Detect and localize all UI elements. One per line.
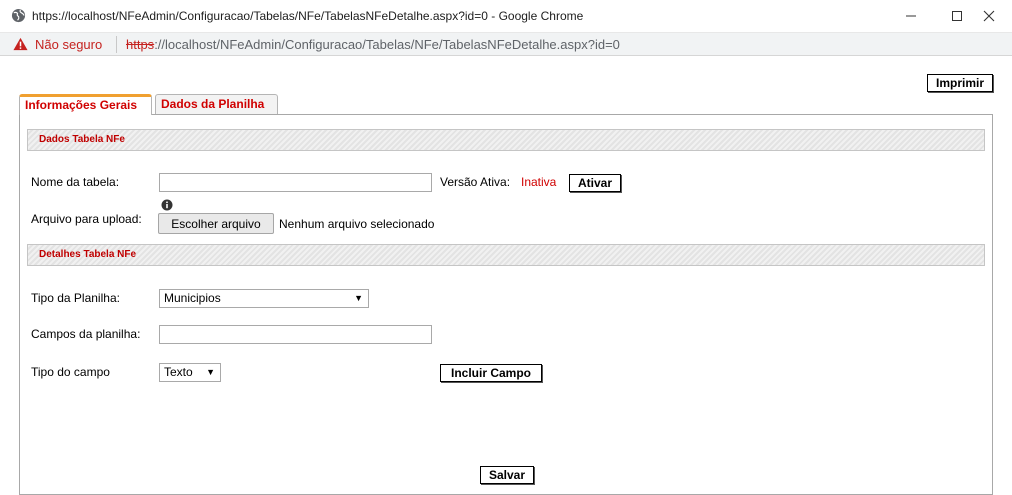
- field-type-value: Texto: [164, 365, 193, 379]
- no-file-text: Nenhum arquivo selecionado: [279, 217, 435, 231]
- upload-label: Arquivo para upload:: [31, 212, 142, 226]
- dropdown-arrow-icon: ▼: [206, 367, 215, 377]
- save-button[interactable]: Salvar: [480, 466, 534, 484]
- field-type-select[interactable]: Texto ▼: [159, 363, 221, 382]
- section-header-dados-tabela: Dados Tabela NFe: [27, 129, 985, 151]
- tab-dados-da-planilha[interactable]: Dados da Planilha: [155, 94, 278, 114]
- table-name-input[interactable]: [159, 173, 432, 192]
- sheet-fields-input[interactable]: [159, 325, 432, 344]
- active-version-status: Inativa: [521, 175, 557, 189]
- dropdown-arrow-icon: ▼: [354, 293, 363, 303]
- table-name-label: Nome da tabela:: [31, 175, 120, 189]
- globe-icon: [11, 8, 26, 23]
- include-field-button[interactable]: Incluir Campo: [440, 364, 542, 382]
- url-scheme: https: [126, 37, 155, 52]
- active-version-label: Versão Ativa:: [440, 175, 511, 189]
- sheet-type-value: Municipios: [164, 291, 221, 305]
- info-icon[interactable]: [161, 199, 173, 214]
- address-bar[interactable]: Não seguro https://localhost/NFeAdmin/Co…: [0, 33, 1012, 56]
- section-header-detalhes-tabela: Detalhes Tabela NFe: [27, 244, 985, 266]
- sheet-type-label: Tipo da Planilha:: [31, 291, 120, 305]
- field-type-label: Tipo do campo: [31, 365, 110, 379]
- url-path: ://localhost/NFeAdmin/Configuracao/Tabel…: [154, 37, 620, 52]
- tab-informacoes-gerais[interactable]: Informações Gerais: [19, 94, 152, 115]
- window-title: https://localhost/NFeAdmin/Configuracao/…: [32, 9, 584, 23]
- sheet-type-select[interactable]: Municipios ▼: [159, 289, 369, 308]
- warning-icon[interactable]: [13, 37, 28, 54]
- url-text[interactable]: https://localhost/NFeAdmin/Configuracao/…: [126, 37, 620, 52]
- security-status[interactable]: Não seguro: [35, 37, 102, 52]
- close-icon[interactable]: [966, 0, 1012, 32]
- window-title-bar[interactable]: https://localhost/NFeAdmin/Configuracao/…: [0, 0, 1012, 33]
- print-button[interactable]: Imprimir: [927, 74, 993, 92]
- divider: [116, 36, 117, 53]
- tab-panel: Dados Tabela NFe Nome da tabela: Versão …: [19, 114, 993, 495]
- sheet-fields-label: Campos da planilha:: [31, 327, 141, 341]
- activate-button[interactable]: Ativar: [569, 174, 621, 192]
- choose-file-button[interactable]: Escolher arquivo: [158, 213, 274, 234]
- minimize-icon[interactable]: [888, 0, 934, 32]
